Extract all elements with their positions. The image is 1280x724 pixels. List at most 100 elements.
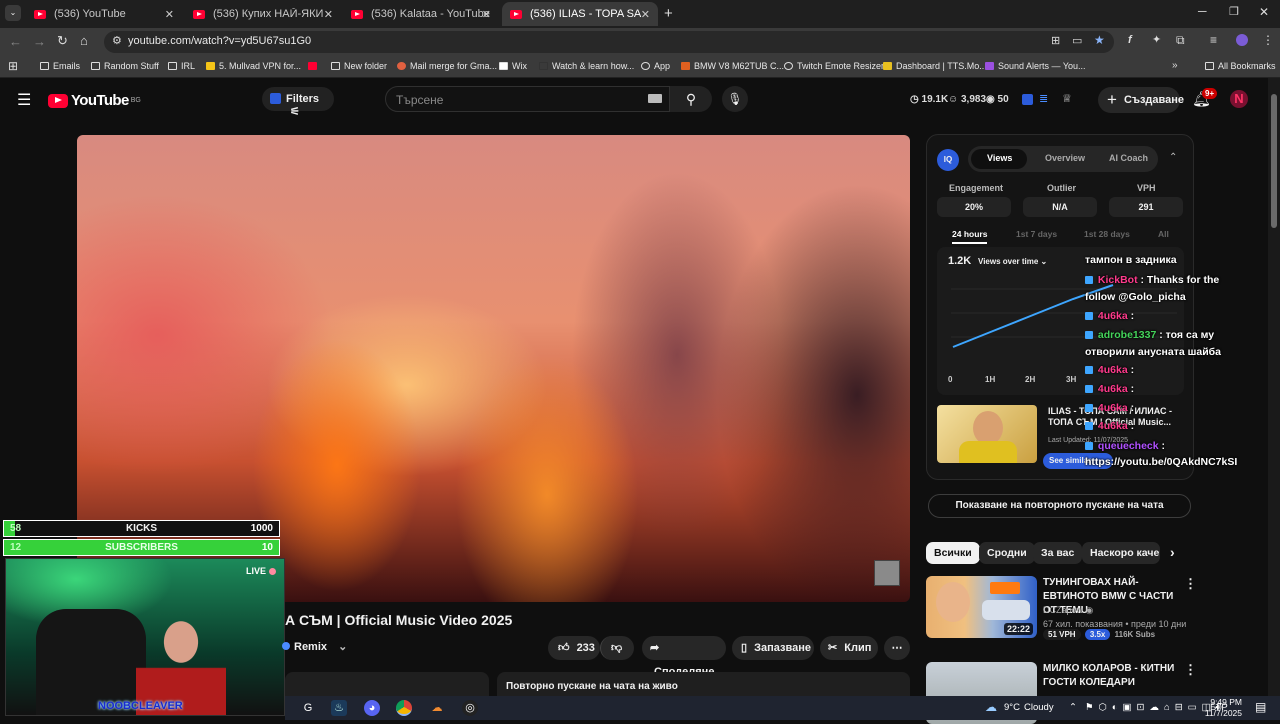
bookmark-item[interactable]: Emails — [40, 61, 80, 71]
profile-icon[interactable] — [1236, 34, 1248, 46]
obs-icon[interactable]: ◎ — [462, 700, 478, 716]
chip-related[interactable]: Сродни — [979, 542, 1035, 564]
create-button[interactable]: Създаване — [1098, 87, 1184, 113]
bookmark-item[interactable]: Random Stuff — [91, 61, 159, 71]
bookmark-item[interactable]: BMW V8 M62TUB C... — [681, 61, 784, 71]
forward-icon[interactable]: → — [33, 34, 46, 49]
close-tab-icon[interactable]: ✕ — [324, 8, 333, 21]
keyboard-icon[interactable] — [648, 94, 662, 103]
close-window-icon[interactable]: ✕ — [1259, 5, 1269, 19]
restore-icon[interactable]: ❐ — [1229, 5, 1239, 18]
address-bar[interactable]: ⚙ youtube.com/watch?v=yd5U67su1G0 ⊞ ▭ ★ — [104, 31, 1114, 53]
youtube-logo[interactable]: YouTube BG — [48, 92, 141, 109]
tab-overview[interactable]: Overview — [1045, 153, 1085, 163]
extension-icon[interactable]: ✦ — [1152, 33, 1161, 46]
media-controls-icon[interactable]: ≡ — [1210, 33, 1217, 47]
recommendation-channel[interactable]: DCZapow ◉ — [1043, 605, 1093, 616]
dislike-button[interactable]: 👎︎ — [600, 636, 634, 660]
filters-button[interactable]: Filters ⚟ — [262, 87, 334, 118]
tab-views[interactable]: Views — [987, 153, 1012, 163]
video-card-thumbnail[interactable] — [937, 405, 1037, 463]
bookmark-star-icon[interactable]: ★ — [1094, 33, 1105, 47]
more-actions-button[interactable]: ⋯ — [884, 636, 910, 660]
browser-tab[interactable]: (536) YouTube ✕ — [26, 2, 182, 26]
clock[interactable]: 9:49 PM 11/7/2025 — [1204, 697, 1242, 719]
cloud-app-icon[interactable]: ☁ — [429, 700, 445, 716]
trophy-icon[interactable]: ♕ — [1062, 92, 1072, 105]
chevron-right-icon[interactable]: › — [1170, 544, 1175, 560]
hamburger-menu-icon[interactable]: ☰ — [17, 90, 31, 110]
recommendation-title[interactable]: МИЛКО КОЛАРОВ - КИТНИ ГОСТИ КОЛЕДАРИ — [1043, 662, 1183, 690]
iq-extension-icon[interactable] — [1022, 94, 1033, 105]
browser-tab[interactable]: (536) Купих НАЙ-ЯКИТЕ НЕЩА... ✕ — [185, 2, 341, 26]
recommendation-thumbnail[interactable]: 22:22 — [926, 576, 1037, 638]
tab-ai-coach[interactable]: AI Coach — [1109, 153, 1148, 163]
close-tab-icon[interactable]: ✕ — [165, 8, 174, 21]
bookmark-item[interactable] — [308, 61, 321, 71]
range-all[interactable]: All — [1158, 229, 1169, 239]
browser-tab-active[interactable]: (536) ILIAS - TOPA SAM / И ✕ — [502, 2, 658, 26]
weather-icon[interactable]: ☁ — [985, 700, 997, 714]
list-icon[interactable]: ≣ — [1039, 92, 1048, 105]
bookmark-item[interactable]: New folder — [331, 61, 387, 71]
clip-button[interactable]: ✂ Клип — [820, 636, 878, 660]
tray-expand-icon[interactable]: ⌃ — [1069, 702, 1077, 713]
chat-text: https://youtu.be/0QAkdNC7kSI — [1085, 456, 1238, 468]
chrome-icon[interactable] — [396, 700, 412, 716]
site-info-icon[interactable]: ⚙ — [112, 34, 122, 47]
bookmark-item[interactable]: Mail merge for Gma... — [397, 61, 497, 71]
bookmark-item[interactable]: IRL — [168, 61, 195, 71]
back-icon[interactable]: ← — [9, 34, 22, 49]
extension-fx-icon[interactable]: f — [1128, 34, 1132, 46]
range-24-hours[interactable]: 24 hours — [952, 229, 988, 244]
chip-all[interactable]: Всички — [926, 542, 980, 564]
close-tab-icon[interactable]: ✕ — [641, 8, 650, 21]
range-28-days[interactable]: 1st 28 days — [1084, 229, 1130, 239]
all-bookmarks[interactable]: All Bookmarks — [1205, 61, 1276, 71]
bookmark-item[interactable]: Twitch Emote Resizer — [784, 61, 884, 71]
browser-tab[interactable]: (536) Kalataa - YouTube ✕ — [343, 2, 499, 26]
browser-menu-icon[interactable]: ⋮ — [1262, 33, 1274, 47]
channel-watermark-icon[interactable] — [874, 560, 900, 586]
metric-value: N/A — [1023, 197, 1097, 217]
page-scrollbar[interactable] — [1268, 78, 1280, 698]
cast-icon[interactable]: ▭ — [1072, 34, 1082, 47]
translate-icon[interactable]: ⊞ — [1051, 34, 1060, 47]
chart-metric-dropdown[interactable]: Views over time ⌄ — [978, 257, 1047, 266]
minimize-icon[interactable]: ─ — [1198, 4, 1207, 18]
bookmark-item[interactable]: 5. Mullvad VPN for... — [206, 61, 301, 71]
avatar[interactable]: N — [1230, 90, 1248, 108]
reload-icon[interactable]: ↻ — [57, 33, 68, 49]
close-tab-icon[interactable]: ✕ — [482, 8, 491, 21]
remix-button[interactable]: Remix ⌄ — [282, 640, 347, 653]
search-input[interactable]: Търсене — [385, 86, 670, 112]
more-options-icon[interactable]: ⋮ — [1184, 576, 1197, 592]
scrollbar-thumb[interactable] — [1271, 94, 1277, 228]
notifications-icon[interactable]: ▤ — [1255, 700, 1266, 714]
discord-icon[interactable]: ◕ — [364, 700, 380, 716]
tab-search-button[interactable]: ⌄ — [5, 5, 21, 21]
chip-recent[interactable]: Наскоро качени — [1082, 542, 1160, 564]
steam-icon[interactable]: ♨ — [331, 700, 347, 716]
more-bookmarks-icon[interactable]: » — [1172, 60, 1178, 71]
bookmark-item[interactable]: Dashboard | TTS.Mo... — [883, 61, 987, 71]
range-7-days[interactable]: 1st 7 days — [1016, 229, 1057, 239]
chip-for-you[interactable]: За вас — [1033, 542, 1083, 564]
search-button[interactable]: ⚲ — [670, 86, 712, 112]
share-button[interactable]: ➦ Споделяне — [642, 636, 726, 678]
bookmark-item[interactable]: Watch & learn how... — [539, 61, 634, 71]
bookmark-item[interactable]: App — [641, 61, 670, 71]
apps-grid-icon[interactable]: ⊞ — [8, 59, 18, 73]
app-icon[interactable]: G — [300, 700, 316, 716]
extensions-puzzle-icon[interactable]: ⧉ — [1176, 33, 1185, 48]
more-options-icon[interactable]: ⋮ — [1184, 662, 1197, 678]
save-button[interactable]: ▯ Запазване — [732, 636, 814, 660]
home-icon[interactable]: ⌂ — [80, 33, 88, 48]
collapse-chevron-icon[interactable]: ⌃ — [1169, 152, 1177, 163]
bookmark-item[interactable]: Wix — [499, 61, 527, 71]
new-tab-icon[interactable]: + — [664, 5, 673, 22]
voice-search-button[interactable]: 🎙 — [722, 86, 748, 112]
bookmark-item[interactable]: Sound Alerts — You... — [985, 61, 1086, 71]
show-chat-replay-button[interactable]: Показване на повторното пускане на чата — [928, 494, 1191, 518]
like-button[interactable]: 👍︎ 233 — [548, 636, 600, 660]
